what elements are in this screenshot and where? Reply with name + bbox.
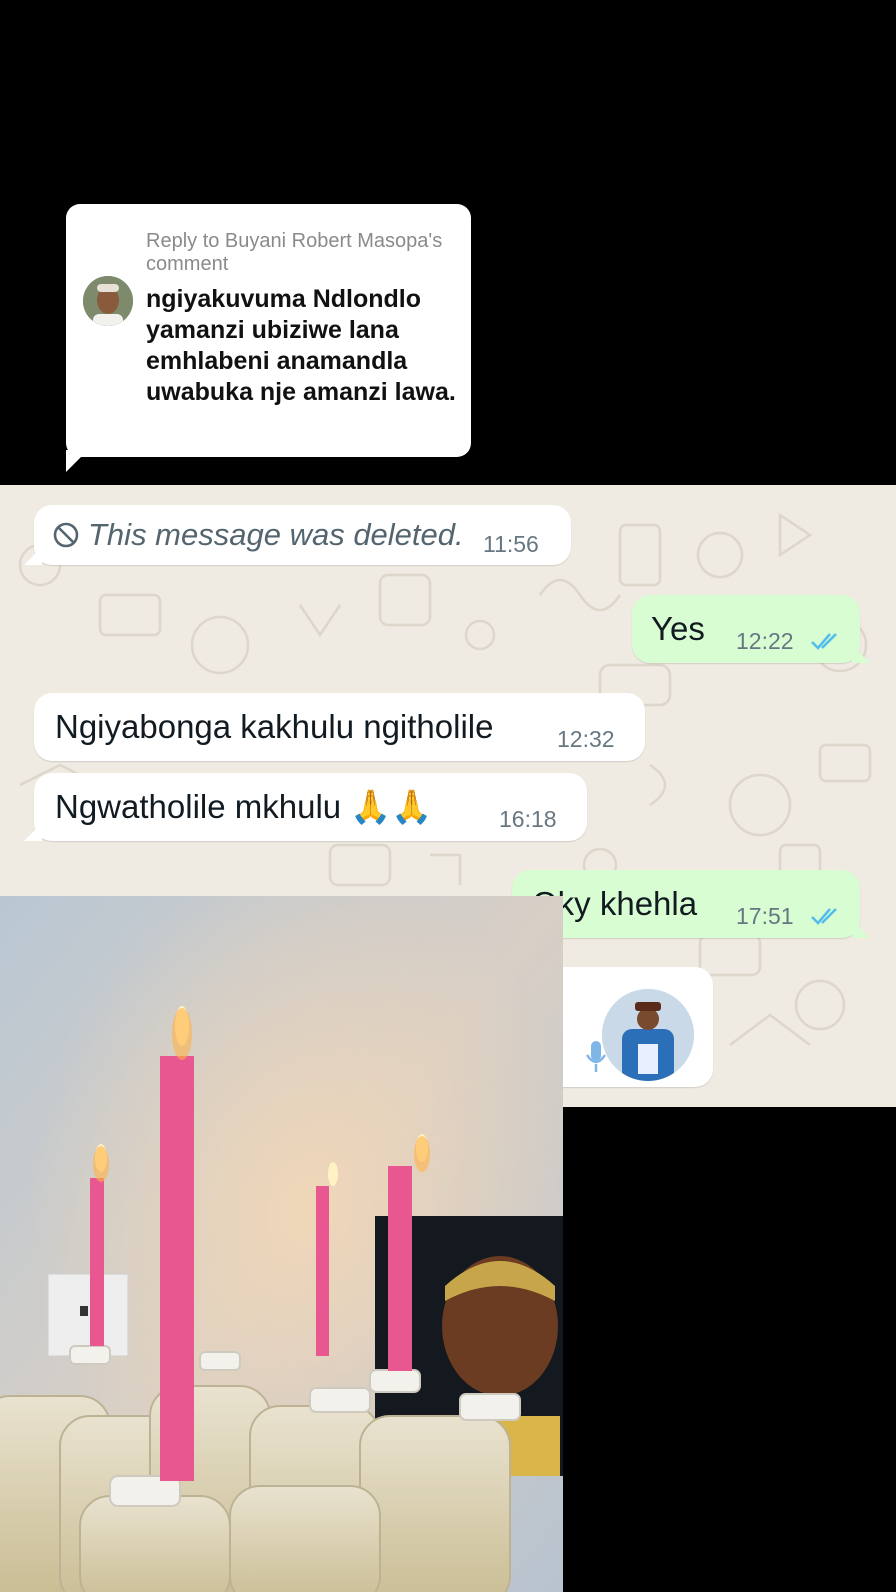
outgoing-message-bubble[interactable]: Yes 12:22 bbox=[632, 595, 870, 663]
message-time: 12:32 bbox=[557, 726, 615, 752]
deleted-message-bubble[interactable]: This message was deleted. 11:56 bbox=[24, 505, 571, 565]
message-text: Ngiyabonga kakhulu ngitholile bbox=[55, 708, 494, 745]
message-text: Yes bbox=[651, 610, 705, 647]
double-check-icon bbox=[811, 633, 837, 650]
candles-image bbox=[0, 896, 563, 1592]
incoming-message-bubble[interactable]: Ngwatholile mkhulu 🙏🙏 16:18 bbox=[24, 773, 587, 841]
avatar[interactable] bbox=[602, 989, 694, 1081]
message-time: 17:51 bbox=[736, 903, 794, 929]
reply-body: ngiyakuvuma Ndlondlo yamanzi ubiziwe lan… bbox=[146, 285, 456, 406]
candles-photo bbox=[0, 896, 563, 1592]
message-time: 16:18 bbox=[499, 806, 557, 832]
reply-comment-card: Reply to Buyani Robert Masopa's comment … bbox=[66, 204, 471, 457]
outgoing-message-bubble[interactable]: Oky khehla 17:51 bbox=[512, 870, 870, 938]
message-text: Ngwatholile mkhulu 🙏🙏 bbox=[55, 788, 433, 825]
reply-card-tail bbox=[66, 450, 88, 472]
block-icon bbox=[53, 522, 79, 548]
message-time: 11:56 bbox=[483, 531, 539, 557]
reply-header: Reply to Buyani Robert Masopa's comment bbox=[146, 230, 443, 275]
avatar bbox=[83, 276, 133, 326]
double-check-icon bbox=[811, 908, 837, 925]
message-text: This message was deleted. bbox=[88, 517, 464, 552]
message-time: 12:22 bbox=[736, 628, 794, 654]
voice-note-bubble[interactable] bbox=[540, 967, 713, 1087]
incoming-message-bubble[interactable]: Ngiyabonga kakhulu ngitholile 12:32 bbox=[34, 693, 645, 761]
